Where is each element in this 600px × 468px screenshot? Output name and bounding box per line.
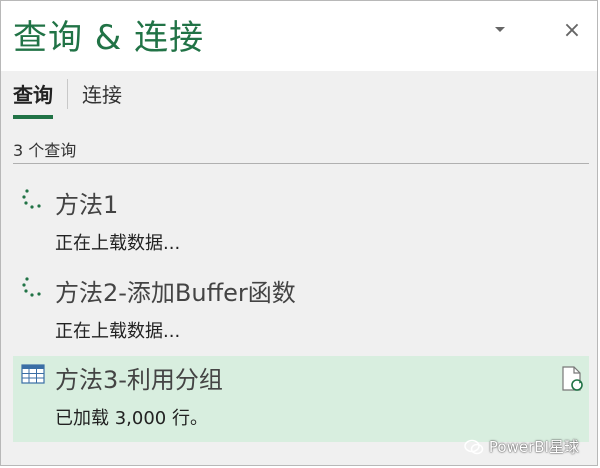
pane-header: 查询 & 连接 ×: [1, 1, 597, 71]
tab-connections[interactable]: 连接: [82, 79, 122, 116]
tab-bar: 查询 连接: [13, 79, 122, 121]
watermark-text: PowerBI星球: [488, 438, 579, 456]
close-icon: ×: [562, 17, 582, 43]
query-name: 方法2-添加Buffer函数: [55, 279, 296, 307]
query-name: 方法1: [55, 191, 119, 219]
query-count: 3 个查询: [13, 141, 77, 160]
query-item-method3[interactable]: 方法3-利用分组 已加载 3,000 行。: [13, 356, 589, 442]
table-icon: [21, 364, 45, 384]
tab-queries[interactable]: 查询: [13, 79, 53, 119]
queries-connections-pane: 查询 & 连接 × 查询 连接 3 个查询 方法1 正在上载数据... 方法2-…: [0, 0, 598, 466]
query-status: 已加载 3,000 行。: [55, 408, 208, 429]
tab-separator: [67, 79, 68, 109]
watermark: PowerBI星球: [464, 436, 579, 457]
close-button[interactable]: ×: [561, 17, 583, 43]
wechat-icon: [464, 439, 484, 454]
query-name: 方法3-利用分组: [55, 366, 223, 394]
query-item-method1[interactable]: 方法1 正在上载数据...: [13, 181, 589, 267]
query-item-method2[interactable]: 方法2-添加Buffer函数 正在上载数据...: [13, 269, 589, 355]
loading-spinner-icon: [22, 189, 41, 209]
loading-spinner-icon: [22, 277, 41, 297]
chevron-down-icon: [495, 27, 505, 32]
pane-title: 查询 & 连接: [13, 18, 205, 58]
divider: [13, 163, 589, 164]
pane-options-button[interactable]: [489, 19, 511, 41]
query-status: 正在上载数据...: [55, 321, 181, 342]
query-status: 正在上载数据...: [55, 233, 181, 254]
refresh-document-icon[interactable]: [561, 366, 583, 392]
